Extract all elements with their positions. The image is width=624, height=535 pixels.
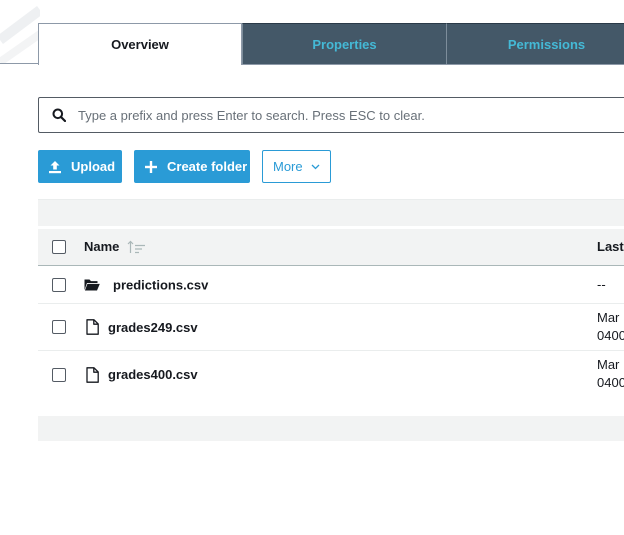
background-decoration bbox=[0, 0, 40, 64]
search-icon bbox=[51, 107, 67, 123]
more-dropdown-button[interactable]: More bbox=[262, 150, 331, 183]
object-name: predictions.csv bbox=[113, 277, 209, 292]
column-header-last-modified[interactable]: Last bbox=[597, 239, 624, 254]
file-icon bbox=[86, 366, 99, 383]
object-name: grades400.csv bbox=[108, 367, 198, 382]
tab-overview[interactable]: Overview bbox=[38, 23, 242, 65]
column-header-name[interactable]: Name bbox=[84, 239, 147, 254]
upload-label: Upload bbox=[71, 159, 116, 174]
table-row[interactable]: grades400.csv Mar 0400 bbox=[38, 351, 624, 398]
object-name-link[interactable]: grades249.csv bbox=[84, 319, 198, 335]
tab-rule-left bbox=[0, 63, 38, 64]
tab-baseline bbox=[242, 64, 624, 65]
last-modified-date: Mar bbox=[597, 310, 620, 325]
last-modified-time: 0400 bbox=[597, 328, 624, 343]
table-row[interactable]: grades249.csv Mar 0400 bbox=[38, 304, 624, 351]
tab-properties[interactable]: Properties bbox=[242, 23, 447, 64]
chevron-down-icon bbox=[311, 164, 320, 170]
more-label: More bbox=[273, 159, 303, 174]
row-checkbox[interactable] bbox=[52, 277, 66, 292]
last-modified-date: Mar bbox=[597, 357, 620, 372]
file-icon bbox=[86, 319, 99, 335]
object-name-link[interactable]: grades400.csv bbox=[84, 366, 198, 383]
sort-ascending-icon[interactable] bbox=[127, 240, 147, 254]
last-modified-cell: -- bbox=[597, 276, 606, 294]
upload-icon bbox=[48, 160, 62, 174]
search-input[interactable] bbox=[78, 107, 618, 123]
tab-properties-label: Properties bbox=[312, 36, 377, 52]
last-modified-text: -- bbox=[597, 277, 606, 292]
tab-overview-label: Overview bbox=[111, 37, 169, 52]
folder-icon bbox=[84, 278, 100, 291]
table-header: Name Last bbox=[38, 229, 624, 266]
tab-permissions[interactable]: Permissions bbox=[447, 23, 624, 64]
column-header-name-label: Name bbox=[84, 239, 120, 254]
plus-icon bbox=[144, 160, 158, 174]
last-modified-time: 0400 bbox=[597, 375, 624, 390]
upload-button[interactable]: Upload bbox=[38, 150, 122, 183]
create-folder-label: Create folder bbox=[167, 159, 248, 174]
tab-permissions-label: Permissions bbox=[507, 36, 586, 52]
table-footer-band bbox=[38, 416, 624, 441]
row-checkbox[interactable] bbox=[52, 320, 66, 334]
object-name: grades249.csv bbox=[108, 319, 198, 335]
s3-object-browser: Overview Properties Permissions Upload bbox=[0, 0, 624, 535]
search-box bbox=[38, 97, 624, 133]
table-row[interactable]: predictions.csv -- bbox=[38, 266, 624, 304]
object-name-link[interactable]: predictions.csv bbox=[84, 277, 208, 292]
create-folder-button[interactable]: Create folder bbox=[134, 150, 250, 183]
tab-bar: Overview Properties Permissions bbox=[38, 23, 624, 65]
select-all-checkbox[interactable] bbox=[52, 240, 66, 254]
last-modified-cell: Mar 0400 bbox=[597, 309, 624, 345]
last-modified-cell: Mar 0400 bbox=[597, 356, 624, 392]
row-checkbox[interactable] bbox=[52, 367, 66, 382]
table-toolbar-band bbox=[38, 199, 624, 226]
